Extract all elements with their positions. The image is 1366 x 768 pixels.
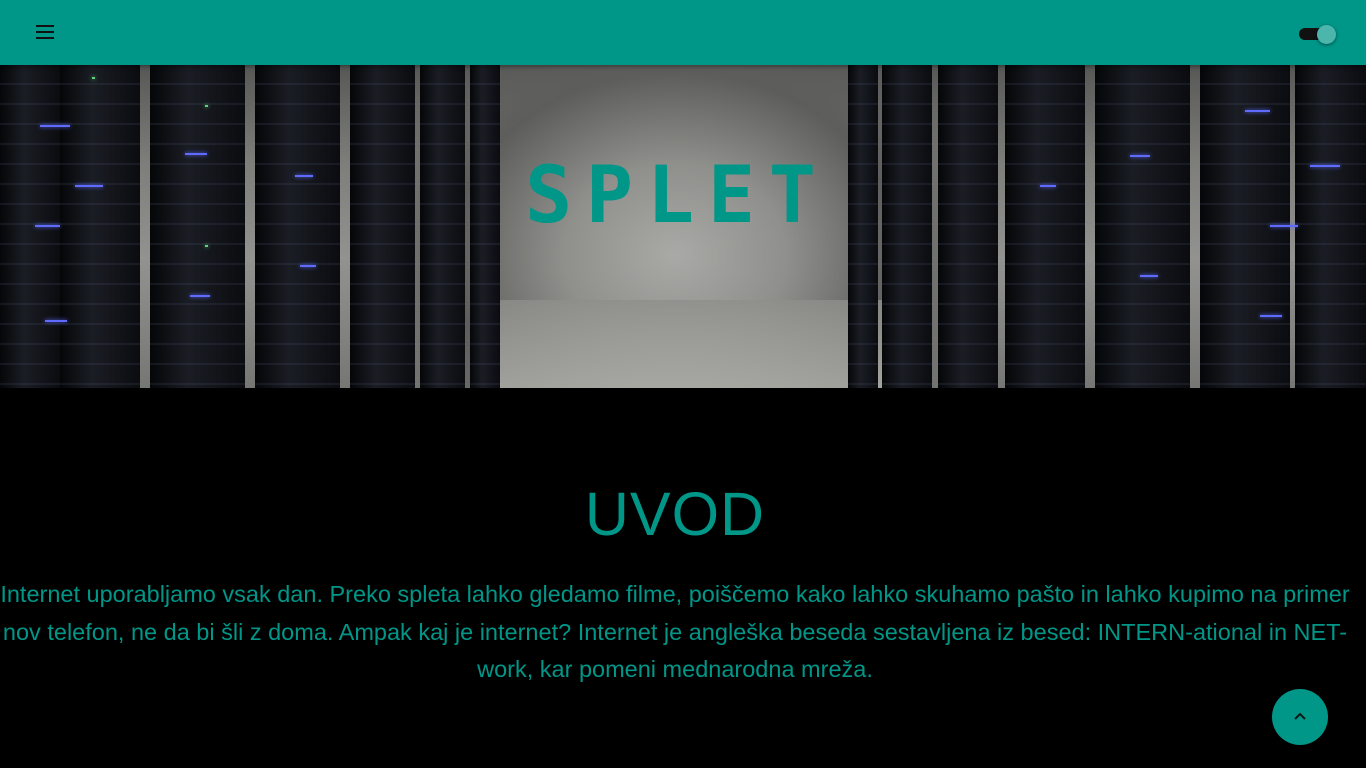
rack-light — [190, 295, 210, 297]
rack-light — [205, 245, 208, 247]
server-rack — [938, 65, 998, 388]
intro-paragraph: Internet uporabljamo vsak dan. Preko spl… — [0, 581, 1350, 682]
top-app-bar — [0, 0, 1366, 65]
server-rack — [848, 65, 878, 388]
server-rack — [882, 65, 932, 388]
back-to-top-button[interactable] — [1272, 689, 1328, 745]
rack-light — [295, 175, 313, 177]
rack-light — [1270, 225, 1298, 227]
hero-floor — [470, 300, 890, 388]
rack-light — [75, 185, 103, 187]
rack-light — [35, 225, 60, 227]
chevron-up-icon — [1293, 708, 1307, 726]
server-rack — [60, 65, 140, 388]
rack-light — [1310, 165, 1340, 167]
server-rack — [420, 65, 465, 388]
rack-light — [185, 153, 207, 155]
rack-light — [40, 125, 70, 127]
rack-light — [1140, 275, 1158, 277]
theme-toggle-switch[interactable] — [1297, 24, 1341, 46]
server-rack — [1295, 65, 1366, 388]
rack-light — [1245, 110, 1270, 112]
server-rack — [255, 65, 340, 388]
server-rack — [150, 65, 245, 388]
rack-light — [1040, 185, 1056, 187]
server-rack — [470, 65, 500, 388]
server-rack — [350, 65, 415, 388]
section-title: UVOD — [584, 480, 766, 548]
rack-light — [300, 265, 316, 267]
site-logo: SPLET — [525, 151, 830, 241]
menu-icon[interactable] — [33, 20, 57, 44]
rack-light — [45, 320, 67, 322]
rack-light — [92, 77, 95, 79]
rack-light — [1130, 155, 1150, 157]
main-content: UVOD Internet uporabljamo vsak dan. Prek… — [0, 388, 1366, 768]
server-rack — [1095, 65, 1190, 388]
rack-light — [205, 105, 208, 107]
rack-light — [1260, 315, 1282, 317]
hero-banner: SPLET — [0, 65, 1366, 388]
toggle-thumb — [1317, 25, 1336, 44]
server-rack — [1005, 65, 1085, 388]
